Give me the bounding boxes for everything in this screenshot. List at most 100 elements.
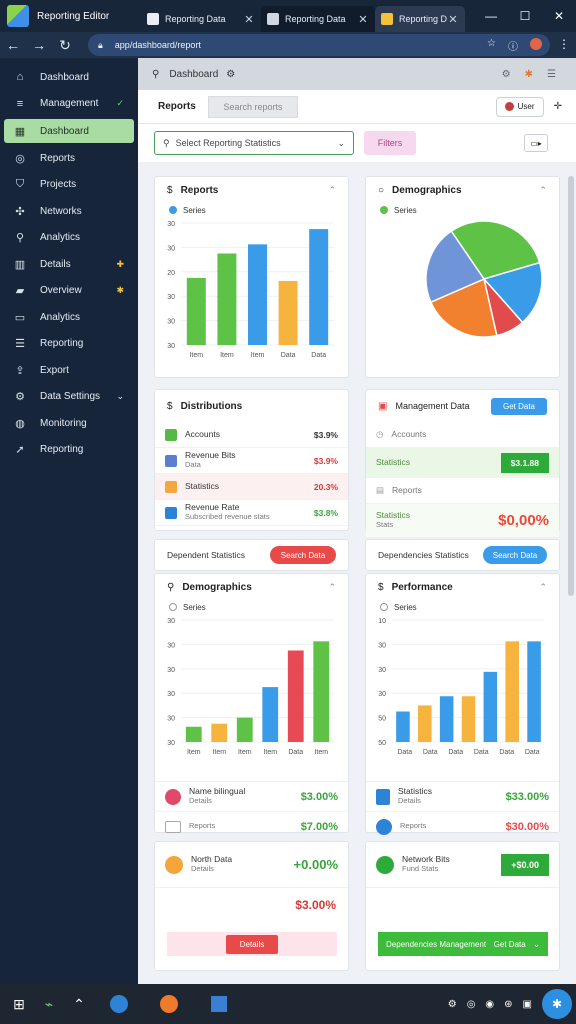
list-item[interactable]: North Data Details +0.00% bbox=[155, 842, 348, 888]
info-icon[interactable]: ⓘ bbox=[508, 38, 518, 53]
value-button[interactable]: +$0.00 bbox=[501, 853, 549, 876]
browser-tab-1[interactable]: Reporting Data ✕ bbox=[141, 6, 261, 32]
search-data-button[interactable]: Search Data bbox=[270, 546, 336, 564]
user-menu[interactable]: User bbox=[495, 96, 544, 117]
close-icon[interactable]: ✕ bbox=[357, 13, 369, 26]
filters-button[interactable]: Filters bbox=[364, 131, 416, 155]
browser-tab-3[interactable]: Reporting Data ✕ bbox=[375, 6, 465, 32]
chevron-up-icon[interactable]: ⌃ bbox=[539, 185, 547, 196]
forward-icon[interactable]: → bbox=[26, 37, 52, 53]
files-icon[interactable] bbox=[204, 992, 234, 1016]
close-icon[interactable]: ✕ bbox=[243, 13, 255, 26]
star-icon[interactable]: ☆ bbox=[487, 38, 496, 53]
list-item[interactable]: Statistics 20.3% bbox=[155, 474, 348, 500]
alert-icon[interactable]: ✱ bbox=[525, 69, 533, 80]
link-icon[interactable]: ⌁ bbox=[34, 992, 64, 1016]
sidebar-item[interactable]: ▭ Analytics bbox=[0, 304, 138, 331]
tab-label: Reporting Data bbox=[399, 14, 447, 24]
list-item[interactable]: Revenue Bits Data $3.9% bbox=[155, 448, 348, 474]
globe-icon bbox=[376, 818, 392, 835]
sidebar-item[interactable]: ⌂ Dashboard bbox=[0, 64, 138, 91]
notification-icon[interactable]: ▣ bbox=[523, 999, 532, 1010]
bar bbox=[287, 650, 304, 742]
x-tick-label: Item bbox=[187, 749, 201, 756]
list-item[interactable]: Statistics Stats $0,00% bbox=[366, 504, 559, 538]
menu-icon[interactable]: ⋮ bbox=[558, 37, 570, 51]
page-icon bbox=[147, 13, 159, 25]
sidebar-item[interactable]: ☰ Reporting bbox=[0, 331, 138, 358]
get-data-button[interactable]: Get Data bbox=[490, 397, 547, 415]
address-bar[interactable]: 🔒︎ app/dashboard/report ☆ ⓘ bbox=[88, 34, 550, 56]
edge-icon[interactable] bbox=[104, 992, 134, 1016]
assistant-icon[interactable]: ✱ bbox=[542, 989, 572, 1019]
list-item[interactable]: Name bilingual Details $3.00% bbox=[155, 782, 348, 812]
row-label: Accounts bbox=[391, 428, 427, 439]
legend-swatch bbox=[380, 603, 388, 611]
reload-icon[interactable]: ↻ bbox=[52, 37, 78, 54]
scrollbar[interactable] bbox=[568, 176, 574, 596]
home-icon: ⌂ bbox=[16, 71, 24, 84]
firefox-icon[interactable] bbox=[154, 992, 184, 1016]
search-data-button[interactable]: Search Data bbox=[483, 546, 547, 564]
maximize-icon[interactable]: ☐ bbox=[508, 9, 542, 23]
chevron-up-icon[interactable]: ⌃ bbox=[328, 185, 336, 196]
list-item[interactable]: Reports $30.00% bbox=[366, 812, 559, 842]
sidebar-item[interactable]: ✣ Networks bbox=[0, 198, 138, 225]
row-label: Statistics bbox=[376, 510, 411, 521]
sidebar-item[interactable]: ≡ Management ✓ bbox=[0, 91, 138, 118]
sidebar-item[interactable]: ⛉ Projects bbox=[0, 172, 138, 199]
more-icon[interactable]: ☰ bbox=[547, 69, 556, 80]
chevron-down-icon: ⌄ bbox=[533, 939, 540, 949]
chevron-up-icon[interactable]: ⌃ bbox=[64, 992, 94, 1016]
list-item[interactable]: Statistics Details $33.00% bbox=[366, 782, 559, 812]
list-item[interactable]: Statistics $3.1.88 bbox=[366, 448, 559, 478]
search-icon[interactable]: ⚲ bbox=[152, 69, 159, 80]
list-item[interactable]: Network Bits Fund Stats +$0.00 bbox=[366, 842, 559, 888]
dependencies-management-button[interactable]: Dependencies Management Get Data ⌄ bbox=[378, 932, 548, 956]
details-button[interactable]: Details bbox=[225, 934, 279, 954]
dependencies-statistics-bar: Dependencies Statistics Search Data bbox=[365, 539, 560, 571]
list-item[interactable]: Accounts $3.9% bbox=[155, 422, 348, 448]
demographics-pie-card: ○ Demographics ⌃ Series bbox=[365, 176, 560, 378]
bar bbox=[439, 696, 454, 742]
volume-icon[interactable]: ◉ bbox=[485, 999, 494, 1010]
back-icon[interactable]: ← bbox=[0, 37, 26, 53]
minimize-icon[interactable]: — bbox=[474, 9, 508, 23]
sidebar-item[interactable]: ▥ Details ✚ bbox=[0, 251, 138, 278]
list-item[interactable]: Reports $7.00% bbox=[155, 812, 348, 842]
search-field[interactable]: Search reports bbox=[208, 95, 298, 118]
close-icon[interactable]: ✕ bbox=[447, 13, 459, 26]
sidebar-item[interactable]: ◎ Reports bbox=[0, 145, 138, 172]
gear-icon[interactable]: ⚙ bbox=[226, 69, 235, 80]
settings-icon[interactable]: ⚙ bbox=[448, 999, 457, 1010]
north-data-card: North Data Details +0.00% $3.00% Details bbox=[154, 841, 349, 971]
sidebar-item[interactable]: ◍ Monitoring bbox=[0, 410, 138, 437]
network-icon[interactable]: ◎ bbox=[467, 999, 476, 1010]
legend-label: Series bbox=[394, 205, 417, 215]
y-tick-label: 30 bbox=[378, 667, 386, 674]
sidebar-item[interactable]: ⚲ Analytics bbox=[0, 225, 138, 252]
row-label: Revenue Bits bbox=[185, 450, 236, 461]
sidebar-item[interactable]: ▦ Dashboard bbox=[4, 119, 134, 143]
list-item[interactable]: Revenue Rate Subscribed revenue stats $3.8… bbox=[155, 500, 348, 526]
pin-icon[interactable]: ✛ bbox=[554, 101, 562, 112]
start-icon[interactable]: ⊞ bbox=[4, 992, 34, 1016]
sidebar-item[interactable]: ➚ Reporting bbox=[0, 437, 138, 464]
statistics-dropdown[interactable]: ⚲ Select Reporting Statistics ⌄ bbox=[154, 131, 354, 155]
list-item[interactable]: ◷ Accounts bbox=[366, 422, 559, 448]
settings-icon[interactable]: ⚙ bbox=[502, 69, 511, 80]
footer-button: Get Data bbox=[493, 939, 526, 949]
close-window-icon[interactable]: ✕ bbox=[542, 9, 576, 23]
profile-icon[interactable] bbox=[530, 37, 542, 50]
browser-tab-2[interactable]: Reporting Data ✕ bbox=[261, 6, 375, 32]
sidebar-item[interactable]: ⇪ Export bbox=[0, 357, 138, 384]
list-item[interactable]: ▤ Reports bbox=[366, 478, 559, 504]
sidebar-item[interactable]: ⚙ Data Settings ⌄ bbox=[0, 384, 138, 411]
reports-chart-card: $ Reports ⌃ Series 30 30 30 20 30 30 Item Item Ite… bbox=[154, 176, 349, 378]
export-button[interactable]: ▭▸ bbox=[524, 134, 548, 152]
chevron-up-icon[interactable]: ⌃ bbox=[328, 582, 336, 593]
bar bbox=[313, 641, 330, 742]
chevron-up-icon[interactable]: ⌃ bbox=[539, 582, 547, 593]
sidebar-item[interactable]: ▰ Overview ✱ bbox=[0, 278, 138, 305]
wifi-icon[interactable]: ⊛ bbox=[504, 999, 512, 1010]
